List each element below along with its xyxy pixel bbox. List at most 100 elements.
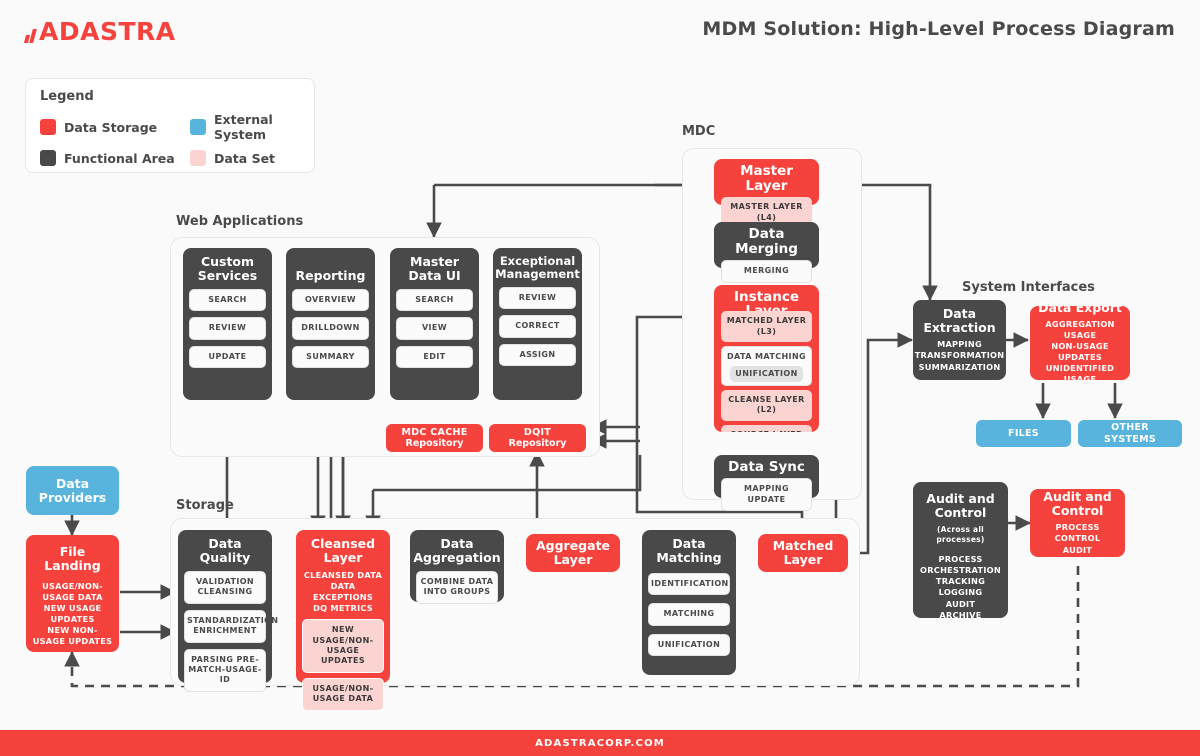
legend-item-external-system: External System <box>190 112 300 142</box>
legend-item-label: Data Storage <box>64 119 158 135</box>
legend-swatch-icon <box>190 150 206 166</box>
node-title: Matched Layer <box>772 538 834 567</box>
node-title: Data Sync <box>728 459 805 475</box>
data-matching[interactable]: Data Matching IDENTIFICATION MATCHING UN… <box>642 530 736 675</box>
webapp-item-summary[interactable]: SUMMARY <box>292 345 369 369</box>
matched-layer[interactable]: Matched Layer <box>758 534 848 572</box>
webapp-item-review[interactable]: REVIEW <box>189 317 266 340</box>
page-title: MDM Solution: High-Level Process Diagram <box>702 18 1175 40</box>
da-chip-combine-data-into-groups[interactable]: COMBINE DATA INTO GROUPS <box>416 571 498 604</box>
group-label-web-applications: Web Applications <box>176 214 304 229</box>
dm-chip-identification[interactable]: IDENTIFICATION <box>648 573 730 596</box>
mdc-data-sync[interactable]: Data Sync MAPPING UPDATE <box>714 455 819 511</box>
mdc-chip-label: DATA MATCHING <box>726 352 807 362</box>
audit-note: (Across all processes) <box>936 525 985 545</box>
repository-title: MDC CACHE <box>401 426 468 438</box>
mdc-chip-matched-layer-l3[interactable]: MATCHED LAYER (L3) <box>721 311 812 343</box>
webapp-master-data-ui[interactable]: Master Data UI SEARCH VIEW EDIT <box>390 248 479 400</box>
mdc-chip-mapping-update[interactable]: MAPPING UPDATE <box>721 478 812 511</box>
data-export-sub: AGGREGATION USAGE NON-USAGE UPDATES UNID… <box>1045 318 1115 385</box>
repository-title: DQIT <box>523 426 552 438</box>
data-extraction[interactable]: Data Extraction MAPPING TRANSFORMATION S… <box>913 300 1006 380</box>
node-title: Exceptional Management <box>495 254 580 281</box>
webapp-item-review[interactable]: REVIEW <box>499 286 576 310</box>
data-quality[interactable]: Data Quality VALIDATION CLEANSING STANDA… <box>178 530 278 692</box>
data-aggregation[interactable]: Data Aggregation COMBINE DATA INTO GROUP… <box>410 530 504 604</box>
cl-chip-usage-non-usage-data[interactable]: USAGE/NON-USAGE DATA <box>302 677 384 711</box>
node-title: Data Aggregation <box>413 536 501 565</box>
repository-mdc-cache[interactable]: MDC CACHE Repository <box>386 424 483 452</box>
mdc-chip-data-matching[interactable]: DATA MATCHING UNIFICATION <box>721 346 812 386</box>
repository-subtitle: Repository <box>508 438 567 449</box>
node-title: Master Data UI <box>408 254 461 283</box>
mdc-data-merging[interactable]: Data Merging MERGING <box>714 222 819 283</box>
webapp-custom-services[interactable]: Custom Services SEARCH REVIEW UPDATE <box>183 248 272 400</box>
audit-and-control-storage[interactable]: Audit and Control PROCESS CONTROL AUDIT <box>1030 489 1125 557</box>
cleansed-layer-sub: CLEANSED DATA DATA EXCEPTIONS DQ METRICS <box>303 570 383 614</box>
file-landing-sub: USAGE/NON-USAGE DATA NEW USAGE UPDATES N… <box>32 581 113 647</box>
node-title: Data Merging <box>735 226 798 258</box>
aggregate-layer[interactable]: Aggregate Layer <box>526 534 620 572</box>
target-label: OTHER SYSTEMS <box>1104 421 1156 445</box>
dq-chip-standardization-enrichment[interactable]: STANDARDIZATION ENRICHMENT <box>184 609 278 643</box>
legend-item-label: External System <box>214 112 273 142</box>
target-files[interactable]: FILES <box>976 420 1071 447</box>
brand-logo: ADASTRA <box>23 17 176 46</box>
audit-storage-sub: PROCESS CONTROL AUDIT <box>1054 522 1101 555</box>
mdc-master-layer[interactable]: Master Layer MASTER LAYER (L4) <box>714 159 819 228</box>
footer-text: ADASTRACORP.COM <box>535 737 665 749</box>
webapp-item-search[interactable]: SEARCH <box>189 289 266 312</box>
webapp-item-search[interactable]: SEARCH <box>396 289 473 312</box>
node-title: Custom Services <box>197 254 258 283</box>
webapp-item-view[interactable]: VIEW <box>396 317 473 340</box>
footer-bar: ADASTRACORP.COM <box>0 730 1200 756</box>
mdc-chip-source-layer-l1[interactable]: SOURCE LAYER (L1) <box>721 424 812 432</box>
node-title: Data Providers <box>38 475 107 505</box>
data-providers[interactable]: Data Providers <box>26 466 119 515</box>
audit-sub: PROCESS ORCHESTRATION TRACKING LOGGING A… <box>920 554 1001 620</box>
adastra-bars-icon <box>23 21 37 43</box>
legend-title: Legend <box>40 89 94 104</box>
webapp-item-drilldown[interactable]: DRILLDOWN <box>292 317 369 340</box>
panel-storage <box>170 518 860 686</box>
data-extraction-sub: MAPPING TRANSFORMATION SUMMARIZATION <box>914 339 1005 372</box>
webapp-item-update[interactable]: UPDATE <box>189 345 266 369</box>
data-export[interactable]: Data Export AGGREGATION USAGE NON-USAGE … <box>1030 300 1130 384</box>
legend-swatch-icon <box>40 150 56 166</box>
mdc-chip-merging[interactable]: MERGING <box>721 260 812 283</box>
dq-chip-parsing-pre-match-usage-id[interactable]: PARSING PRE-MATCH-USAGE-ID <box>184 648 266 692</box>
webapp-item-assign[interactable]: ASSIGN <box>499 343 576 366</box>
node-title: Cleansed Layer <box>310 536 376 565</box>
node-title: Audit and Control <box>1043 489 1112 519</box>
webapp-item-overview[interactable]: OVERVIEW <box>292 289 369 312</box>
group-label-mdc: MDC <box>682 124 716 139</box>
webapp-exceptional-management[interactable]: Exceptional Management REVIEW CORRECT AS… <box>493 248 582 400</box>
node-title: Data Quality <box>199 536 251 565</box>
cleansed-layer[interactable]: Cleansed Layer CLEANSED DATA DATA EXCEPT… <box>296 530 390 711</box>
dm-chip-matching[interactable]: MATCHING <box>648 603 730 626</box>
node-title: Audit and Control <box>926 491 995 520</box>
repository-dqit[interactable]: DQIT Repository <box>489 424 586 452</box>
target-other-systems[interactable]: OTHER SYSTEMS <box>1078 420 1182 447</box>
mdc-chip-unification[interactable]: UNIFICATION <box>729 365 804 382</box>
target-label: FILES <box>1008 427 1039 439</box>
dq-chip-validation-cleansing[interactable]: VALIDATION CLEANSING <box>184 571 266 604</box>
legend-item-data-storage: Data Storage <box>40 112 190 142</box>
webapp-reporting[interactable]: Reporting OVERVIEW DRILLDOWN SUMMARY <box>286 248 375 400</box>
repository-subtitle: Repository <box>405 438 464 449</box>
diagram-canvas: ADASTRA MDM Solution: High-Level Process… <box>0 0 1200 756</box>
webapp-item-correct[interactable]: CORRECT <box>499 315 576 338</box>
mdc-chip-cleanse-layer-l2[interactable]: CLEANSE LAYER (L2) <box>721 389 812 421</box>
dm-chip-unification[interactable]: UNIFICATION <box>648 633 730 657</box>
legend-swatch-icon <box>190 119 206 135</box>
cl-chip-new-usage-non-usage-updates[interactable]: NEW USAGE/NON-USAGE UPDATES <box>302 619 384 673</box>
mdc-instance-layer[interactable]: Instance Layer MATCHED LAYER (L3) DATA M… <box>714 285 819 432</box>
node-title: Data Matching <box>656 536 722 565</box>
audit-and-control-functional[interactable]: Audit and Control (Across all processes)… <box>913 482 1008 620</box>
webapp-item-edit[interactable]: EDIT <box>396 345 473 369</box>
brand-name: ADASTRA <box>39 17 176 46</box>
file-landing[interactable]: File Landing USAGE/NON-USAGE DATA NEW US… <box>26 535 119 652</box>
legend-item-data-set: Data Set <box>190 150 300 166</box>
legend-item-label: Functional Area <box>64 150 175 166</box>
node-title: Data Export <box>1038 299 1122 315</box>
